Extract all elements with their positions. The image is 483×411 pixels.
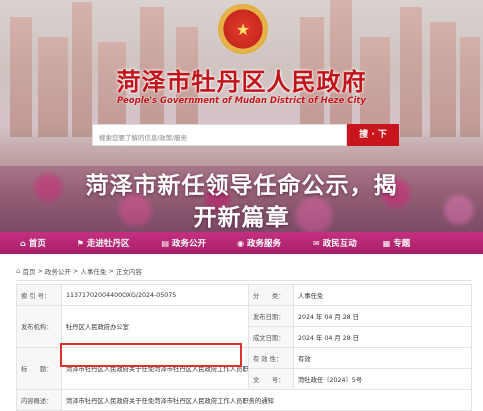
site-english-title: People's Government of Mudan District of… <box>117 96 366 106</box>
service-icon: ◉ <box>237 238 244 248</box>
headline-text: 菏泽市新任领导任命公示，揭 开新篇章 <box>0 170 483 232</box>
publisher-label: 发布机构： <box>16 305 62 348</box>
search-box <box>92 124 347 149</box>
nav-item-label: 走进牡丹区 <box>86 239 130 249</box>
category-label: 分 类： <box>248 284 294 306</box>
nav-item-interaction[interactable]: ✉ 政民互动 <box>313 232 357 254</box>
site-title[interactable]: 菏泽市牡丹区人民政府 <box>0 62 483 97</box>
index-value: 11371702004400OXG/2024-05075 <box>61 284 249 306</box>
flag-icon: ⚑ <box>76 238 84 248</box>
header-banner: ★ 菏泽市牡丹区人民政府 People's Government of Muda… <box>0 0 483 232</box>
written-date-value: 2024 年 04 月 28 日 <box>293 326 472 348</box>
nav-item-services[interactable]: ◉ 政务服务 <box>237 232 281 254</box>
publish-date-label: 发布日期： <box>248 305 294 327</box>
table-row: 发布机构： 牡丹区人民政府办公室 发布日期： 2024 年 04 月 28 日 <box>16 305 472 348</box>
headline-line-1: 菏泽市新任领导任命公示，揭 <box>85 173 398 199</box>
breadcrumb-item-current: 正文内容 <box>115 268 142 276</box>
nav-item-topics[interactable]: ▦ 专题 <box>383 232 411 254</box>
document-content: ⌂ 首页 > 政务公开 > 人事任免 > 正文内容 索 引 号： 1137170… <box>0 254 483 411</box>
headline-line-2: 开新篇章 <box>193 205 290 231</box>
grid-icon: ▦ <box>382 238 391 248</box>
search-button[interactable]: 搜 · 下 <box>347 124 399 146</box>
nav-item-label: 政务公开 <box>172 239 207 249</box>
nav-item-label: 政民互动 <box>322 239 357 249</box>
search-input[interactable] <box>93 128 346 149</box>
home-icon: ⌂ <box>20 238 26 248</box>
table-row: 索 引 号： 11371702004400OXG/2024-05075 分 类：… <box>16 284 472 306</box>
national-emblem-icon: ★ <box>218 4 268 54</box>
home-icon: ⌂ <box>16 267 21 275</box>
title-label: 标 题： <box>16 347 62 390</box>
nav-item-label: 首页 <box>28 239 46 249</box>
title-highlight-box <box>60 343 242 367</box>
nav-item-label: 专题 <box>393 239 411 249</box>
headline-overlay: 菏泽市新任领导任命公示，揭 开新篇章 <box>0 166 483 232</box>
summary-label: 内容概述： <box>16 389 62 411</box>
nav-item-label: 政务服务 <box>247 239 282 249</box>
chat-icon: ✉ <box>313 238 320 248</box>
document-icon: ▤ <box>161 238 169 248</box>
table-row: 内容概述： 菏泽市牡丹区人民政府关于任免菏泽市牡丹区人民政府工作人员职务的通知 <box>16 389 472 411</box>
main-nav: ⌂ 首页 ⚑ 走进牡丹区 ▤ 政务公开 ◉ 政务服务 ✉ 政民互动 ▦ 专题 <box>0 232 483 254</box>
index-label: 索 引 号： <box>16 284 62 306</box>
publish-date-value: 2024 年 04 月 28 日 <box>293 305 472 327</box>
validity-value: 有效 <box>293 347 472 369</box>
breadcrumb-separator: > <box>108 267 114 275</box>
breadcrumb-separator: > <box>72 267 79 275</box>
breadcrumb-separator: > <box>37 267 43 275</box>
nav-item-about[interactable]: ⚑ 走进牡丹区 <box>77 232 130 254</box>
nav-item-public-affairs[interactable]: ▤ 政务公开 <box>161 232 206 254</box>
validity-label: 有 效 性： <box>248 347 294 369</box>
written-date-label: 成文日期： <box>248 326 294 348</box>
category-value: 人事任免 <box>293 284 472 306</box>
doc-number-label: 文 号： <box>248 368 294 390</box>
doc-number-value: 菏牡政任〔2024〕5号 <box>293 368 472 390</box>
breadcrumb: ⌂ 首页 > 政务公开 > 人事任免 > 正文内容 <box>16 266 144 276</box>
breadcrumb-item[interactable]: 人事任免 <box>80 266 106 276</box>
summary-value: 菏泽市牡丹区人民政府关于任免菏泽市牡丹区人民政府工作人员职务的通知 <box>61 389 472 411</box>
breadcrumb-item[interactable]: 首页 <box>22 266 35 276</box>
breadcrumb-item[interactable]: 政务公开 <box>45 266 71 276</box>
publisher-value: 牡丹区人民政府办公室 <box>61 305 249 348</box>
divider <box>16 280 471 281</box>
nav-item-home[interactable]: ⌂ 首页 <box>20 232 46 254</box>
